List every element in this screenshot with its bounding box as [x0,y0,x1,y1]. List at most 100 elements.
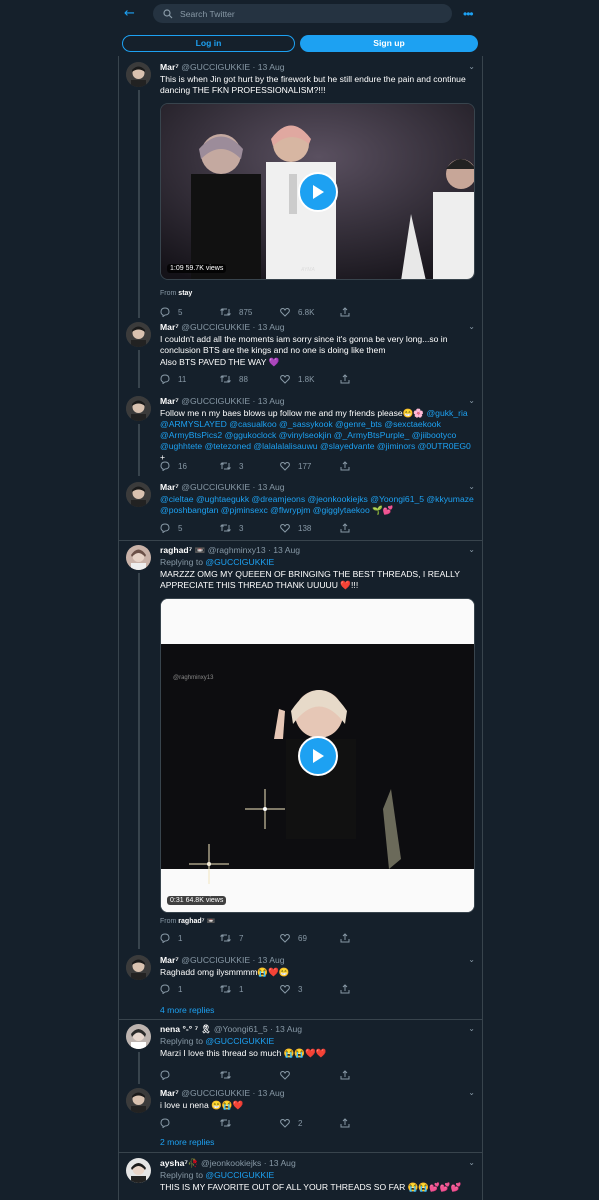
like-button[interactable]: 138 [280,522,340,534]
chevron-down-icon[interactable]: ⌄ [468,1158,475,1167]
tweet[interactable]: Mar⁷ @GUCCIGUKKIE · 13 Aug ⌄ i love u ne… [119,1088,482,1132]
retweet-icon [220,934,231,942]
replying-to-link[interactable]: @GUCCIGUKKIE [205,557,274,567]
login-button[interactable]: Log in [122,35,295,52]
share-button[interactable] [340,983,400,995]
share-button[interactable] [340,460,400,472]
avatar[interactable] [126,482,151,507]
replying-to-link[interactable]: @GUCCIGUKKIE [205,1036,274,1046]
share-button[interactable] [340,373,400,385]
reply-button[interactable]: 5 [160,522,220,534]
handle-date[interactable]: @GUCCIGUKKIE · 13 Aug [181,955,284,965]
chevron-down-icon[interactable]: ⌄ [468,1088,475,1097]
like-button[interactable]: 3 [280,983,340,995]
reply-button[interactable] [160,1117,220,1129]
tweet[interactable]: nena °-° ⁷ 🎗 @Yoongi61_5 · 13 Aug ⌄ Repl… [119,1024,482,1084]
avatar[interactable] [126,396,151,421]
avatar[interactable] [126,545,151,570]
share-button[interactable] [340,306,400,318]
tweet[interactable]: Mar⁷ @GUCCIGUKKIE · 13 Aug ⌄ Raghadd omg… [119,955,482,999]
display-name[interactable]: Mar⁷ [160,322,179,332]
play-button[interactable] [298,172,338,212]
retweet-button[interactable]: 88 [220,373,280,385]
share-button[interactable] [340,1069,400,1081]
display-name[interactable]: Mar⁷ [160,396,179,406]
display-name[interactable]: raghad⁷ 📼 [160,545,205,555]
display-name[interactable]: Mar⁷ [160,955,179,965]
like-button[interactable]: 1.8K [280,373,340,385]
like-button[interactable]: 177 [280,460,340,472]
mention-link[interactable]: @gukk_ria [426,408,467,418]
chevron-down-icon[interactable]: ⌄ [468,545,475,554]
display-name[interactable]: nena °-° ⁷ 🎗 [160,1024,211,1034]
avatar[interactable] [126,1024,151,1049]
replying-to: Replying to @GUCCIGUKKIE [160,557,275,567]
like-button[interactable] [280,1069,340,1081]
replying-to-link[interactable]: @GUCCIGUKKIE [205,1170,274,1180]
handle-date[interactable]: @Yoongi61_5 · 13 Aug [214,1024,302,1034]
display-name[interactable]: Mar⁷ [160,62,179,72]
handle-date[interactable]: @GUCCIGUKKIE · 13 Aug [181,396,284,406]
handle-date[interactable]: @GUCCIGUKKIE · 13 Aug [181,62,284,72]
back-arrow-icon[interactable]: ← [124,6,135,21]
reply-button[interactable]: 1 [160,932,220,944]
chevron-down-icon[interactable]: ⌄ [468,396,475,405]
retweet-button[interactable] [220,1117,280,1129]
like-button[interactable]: 2 [280,1117,340,1129]
avatar[interactable] [126,322,151,347]
heart-icon [280,1070,290,1080]
avatar[interactable] [126,955,151,980]
like-button[interactable]: 69 [280,932,340,944]
display-name[interactable]: aysha⁷🥀 [160,1158,199,1168]
avatar[interactable] [126,1088,151,1113]
mention-links[interactable]: @ARMYSLAYED @casualkoo @_sassykook @genr… [160,419,471,451]
reply-button[interactable]: 1 [160,983,220,995]
chevron-down-icon[interactable]: ⌄ [468,955,475,964]
avatar[interactable] [126,62,151,87]
retweet-button[interactable]: 875 [220,306,280,318]
tweet[interactable]: raghad⁷ 📼 @raghminxy13 · 13 Aug ⌄ Replyi… [119,545,482,949]
retweet-button[interactable] [220,1069,280,1081]
chevron-down-icon[interactable]: ⌄ [468,482,475,491]
retweet-button[interactable]: 3 [220,522,280,534]
mention-links[interactable]: @cieltae @ughtaegukk @dreamjeons @jeonko… [160,494,474,515]
show-more-replies-link[interactable]: 4 more replies [160,1005,214,1015]
handle-date[interactable]: @raghminxy13 · 13 Aug [208,545,300,555]
show-more-replies-link[interactable]: 2 more replies [160,1137,214,1147]
tweet-text: THIS IS MY FAVORITE OUT OF ALL YOUR THRE… [160,1182,462,1192]
tweet[interactable]: Mar⁷ @GUCCIGUKKIE · 13 Aug ⌄ Follow me n… [119,396,482,476]
search-box[interactable]: Search Twitter [153,4,452,23]
handle-date[interactable]: @jeonkookiejks · 13 Aug [201,1158,296,1168]
retweet-icon [220,462,231,470]
more-options-icon[interactable]: ••• [463,7,474,21]
handle-date[interactable]: @GUCCIGUKKIE · 13 Aug [181,1088,284,1098]
reply-icon [160,1118,170,1128]
display-name[interactable]: Mar⁷ [160,1088,179,1098]
reply-button[interactable] [160,1069,220,1081]
video-player[interactable]: @raghminxy13 0:31 64.8K views [160,598,475,913]
tweet[interactable]: Mar⁷ @GUCCIGUKKIE · 13 Aug ⌄ This is whe… [119,62,482,318]
reply-button[interactable]: 11 [160,373,220,385]
avatar[interactable] [126,1158,151,1183]
chevron-down-icon[interactable]: ⌄ [468,322,475,331]
play-button[interactable] [298,736,338,776]
retweet-button[interactable]: 7 [220,932,280,944]
like-button[interactable]: 6.8K [280,306,340,318]
tweet[interactable]: Mar⁷ @GUCCIGUKKIE · 13 Aug ⌄ I couldn't … [119,322,482,388]
tweet[interactable]: Mar⁷ @GUCCIGUKKIE · 13 Aug ⌄ @cieltae @u… [119,482,482,536]
retweet-button[interactable]: 3 [220,460,280,472]
video-player[interactable]: 1:09 59.7K views AYMA [160,103,475,280]
display-name[interactable]: Mar⁷ [160,482,179,492]
share-button[interactable] [340,522,400,534]
chevron-down-icon[interactable]: ⌄ [468,1024,475,1033]
share-button[interactable] [340,1117,400,1129]
reply-button[interactable]: 5 [160,306,220,318]
reply-button[interactable]: 16 [160,460,220,472]
handle-date[interactable]: @GUCCIGUKKIE · 13 Aug [181,322,284,332]
share-button[interactable] [340,932,400,944]
signup-button[interactable]: Sign up [300,35,478,52]
handle-date[interactable]: @GUCCIGUKKIE · 13 Aug [181,482,284,492]
tweet[interactable]: aysha⁷🥀 @jeonkookiejks · 13 Aug ⌄ Replyi… [119,1158,482,1200]
chevron-down-icon[interactable]: ⌄ [468,62,475,71]
retweet-button[interactable]: 1 [220,983,280,995]
